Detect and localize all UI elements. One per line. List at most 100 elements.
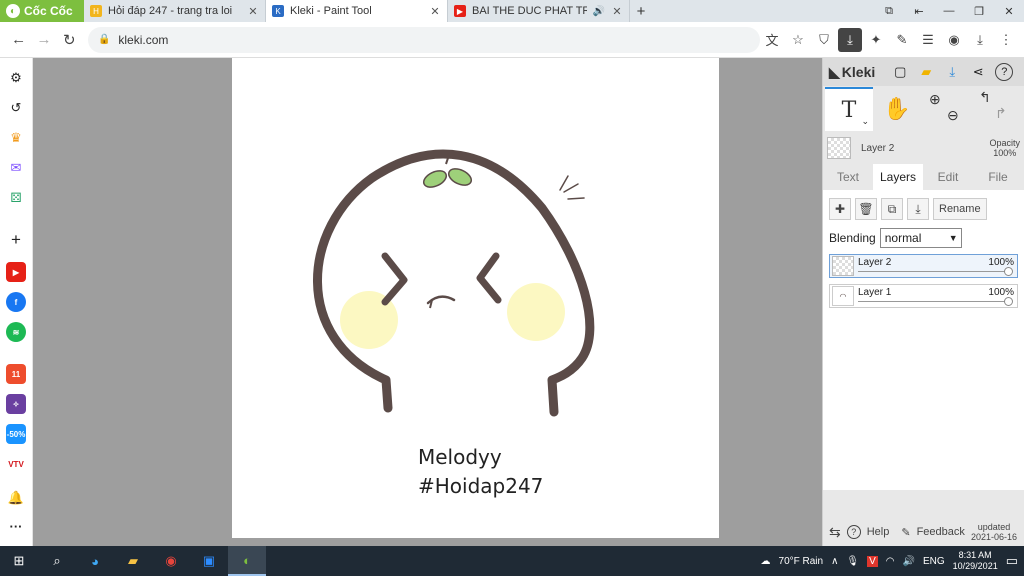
tab-hoidap[interactable]: H Hỏi đáp 247 - trang tra loi ✕: [84, 0, 266, 22]
zoom-out-icon[interactable]: ⊖: [947, 107, 959, 124]
chevron-down-icon[interactable]: ⌄: [861, 116, 869, 127]
game-controller-icon[interactable]: ⚄: [6, 188, 26, 208]
close-tab-icon[interactable]: ✕: [429, 5, 441, 18]
back-arrow-icon[interactable]: ⇤: [904, 0, 934, 22]
tiki-icon[interactable]: -50%: [6, 424, 26, 444]
settings-gear-icon[interactable]: ⚙: [6, 68, 26, 88]
coccoc-taskbar-icon[interactable]: ◐: [228, 546, 266, 576]
layer-item[interactable]: ◠ Layer 1 100%: [829, 284, 1018, 308]
volume-icon[interactable]: 🔊: [903, 556, 915, 567]
blending-label: Blending: [829, 231, 876, 245]
tab-layers[interactable]: Layers: [873, 164, 923, 190]
spotify-icon[interactable]: ≋: [6, 322, 26, 342]
layer-item[interactable]: Layer 2 100%: [829, 254, 1018, 278]
tab-youtube[interactable]: ▶ BAI THE DUC PHAT TRIEN 🔊 ✕: [448, 0, 630, 22]
translate-icon[interactable]: 文: [760, 28, 784, 52]
rename-layer-button[interactable]: Rename: [933, 198, 987, 220]
undo-icon[interactable]: ↰: [979, 89, 991, 106]
merge-layer-icon[interactable]: ⤓: [907, 198, 929, 220]
close-tab-icon[interactable]: ✕: [611, 5, 623, 18]
add-layer-icon[interactable]: ✚: [829, 198, 851, 220]
zoom-app-icon[interactable]: ▣: [190, 546, 228, 576]
slider-knob[interactable]: [1004, 297, 1013, 306]
layer-opacity-slider[interactable]: [858, 271, 1007, 272]
edge-icon[interactable]: ◕: [76, 546, 114, 576]
browser-menu-button[interactable]: ◐ Cốc Cốc: [0, 0, 84, 22]
vtv-icon[interactable]: VTV: [6, 454, 26, 474]
history-icon[interactable]: ↺: [6, 98, 26, 118]
profile-icon[interactable]: ◉: [942, 28, 966, 52]
layer-opacity-slider[interactable]: [858, 301, 1007, 302]
weather-icon[interactable]: ☁: [761, 556, 771, 567]
tool-row: T ⌄ ✋ ⊕ ⊖ ↰ ↱: [823, 86, 1024, 132]
notifications-icon[interactable]: ▭: [1006, 553, 1018, 569]
start-windows-icon[interactable]: ⊞: [0, 546, 38, 576]
notification-bell-icon[interactable]: 🔔: [6, 488, 26, 508]
downloads-icon[interactable]: ⤓: [968, 28, 992, 52]
slider-knob[interactable]: [1004, 267, 1013, 276]
crown-icon[interactable]: ♛: [6, 128, 26, 148]
clock-time: 8:31 AM: [958, 550, 992, 560]
feedback-link[interactable]: Feedback: [917, 526, 965, 538]
blending-select[interactable]: normal ▼: [879, 228, 962, 248]
open-folder-icon[interactable]: ▰: [917, 63, 935, 81]
canvas-text-tag: #Hoidap247: [418, 474, 543, 498]
speaker-icon[interactable]: 🔊: [593, 6, 605, 17]
chrome-icon[interactable]: ◉: [152, 546, 190, 576]
restore-button[interactable]: ❐: [964, 0, 994, 22]
save-download-icon[interactable]: ⤓: [943, 63, 961, 81]
close-tab-icon[interactable]: ✕: [247, 5, 259, 18]
sidebar-toggle-icon[interactable]: ⧉: [874, 0, 904, 22]
minimize-button[interactable]: —: [934, 0, 964, 22]
weather-text[interactable]: 70°F Rain: [779, 556, 824, 567]
new-tab-button[interactable]: +: [630, 0, 652, 22]
shield-icon[interactable]: ⛉: [812, 28, 836, 52]
delete-layer-icon[interactable]: 🗑: [855, 198, 877, 220]
text-tool-icon: T: [841, 97, 857, 123]
facebook-icon[interactable]: f: [6, 292, 26, 312]
menu-icon[interactable]: ⋮: [994, 28, 1018, 52]
text-tool-button[interactable]: T ⌄: [825, 87, 873, 131]
language-indicator[interactable]: ENG: [923, 556, 945, 567]
help-circle-icon[interactable]: ?: [846, 525, 861, 539]
address-bar[interactable]: 🔒 kleki.com: [87, 26, 760, 53]
help-circle-icon[interactable]: ?: [995, 63, 1014, 81]
help-link[interactable]: Help: [867, 526, 890, 538]
microphone-icon[interactable]: 🎙: [846, 556, 859, 567]
swap-icon[interactable]: ⇆: [829, 524, 841, 541]
file-explorer-icon[interactable]: ▰: [114, 546, 152, 576]
right-blush: [507, 283, 565, 341]
zoom-in-icon[interactable]: ⊕: [929, 91, 941, 108]
network-tray-icon[interactable]: ∧: [831, 556, 838, 567]
add-icon[interactable]: +: [6, 230, 26, 250]
vivaldi-tray-icon[interactable]: V: [867, 555, 878, 567]
download-icon[interactable]: ⤓: [838, 27, 862, 52]
wifi-icon[interactable]: ◠: [886, 556, 895, 567]
search-icon[interactable]: ⌕: [38, 546, 76, 576]
duplicate-layer-icon[interactable]: ⧉: [881, 198, 903, 220]
more-icon[interactable]: ···: [6, 516, 26, 536]
bookmark-star-icon[interactable]: ☆: [786, 28, 810, 52]
back-button[interactable]: ←: [6, 27, 31, 53]
reading-list-icon[interactable]: ☰: [916, 28, 940, 52]
redo-icon[interactable]: ↱: [995, 105, 1007, 122]
history-controls: ↰ ↱: [969, 87, 1017, 131]
clock[interactable]: 8:31 AM 10/29/2021: [953, 550, 998, 572]
hand-tool-button[interactable]: ✋: [873, 87, 921, 131]
shopee-icon[interactable]: 11: [6, 364, 26, 384]
youtube-icon[interactable]: ▶: [6, 262, 26, 282]
forward-button[interactable]: →: [31, 27, 56, 53]
share-icon[interactable]: ⋖: [969, 63, 987, 81]
messenger-icon[interactable]: ✉: [6, 158, 26, 178]
reload-button[interactable]: ↻: [57, 27, 82, 53]
tab-file[interactable]: File: [973, 164, 1023, 190]
close-window-button[interactable]: ✕: [994, 0, 1024, 22]
tab-kleki[interactable]: K Kleki - Paint Tool ✕: [266, 0, 448, 22]
game-app-icon[interactable]: ✧: [6, 394, 26, 414]
brush-icon[interactable]: ✎: [890, 28, 914, 52]
tab-edit[interactable]: Edit: [923, 164, 973, 190]
drawing-canvas[interactable]: Melodyy #Hoidap247: [232, 58, 719, 538]
tab-text[interactable]: Text: [823, 164, 873, 190]
new-file-icon[interactable]: ▢: [891, 63, 909, 81]
extensions-icon[interactable]: ✦: [864, 28, 888, 52]
